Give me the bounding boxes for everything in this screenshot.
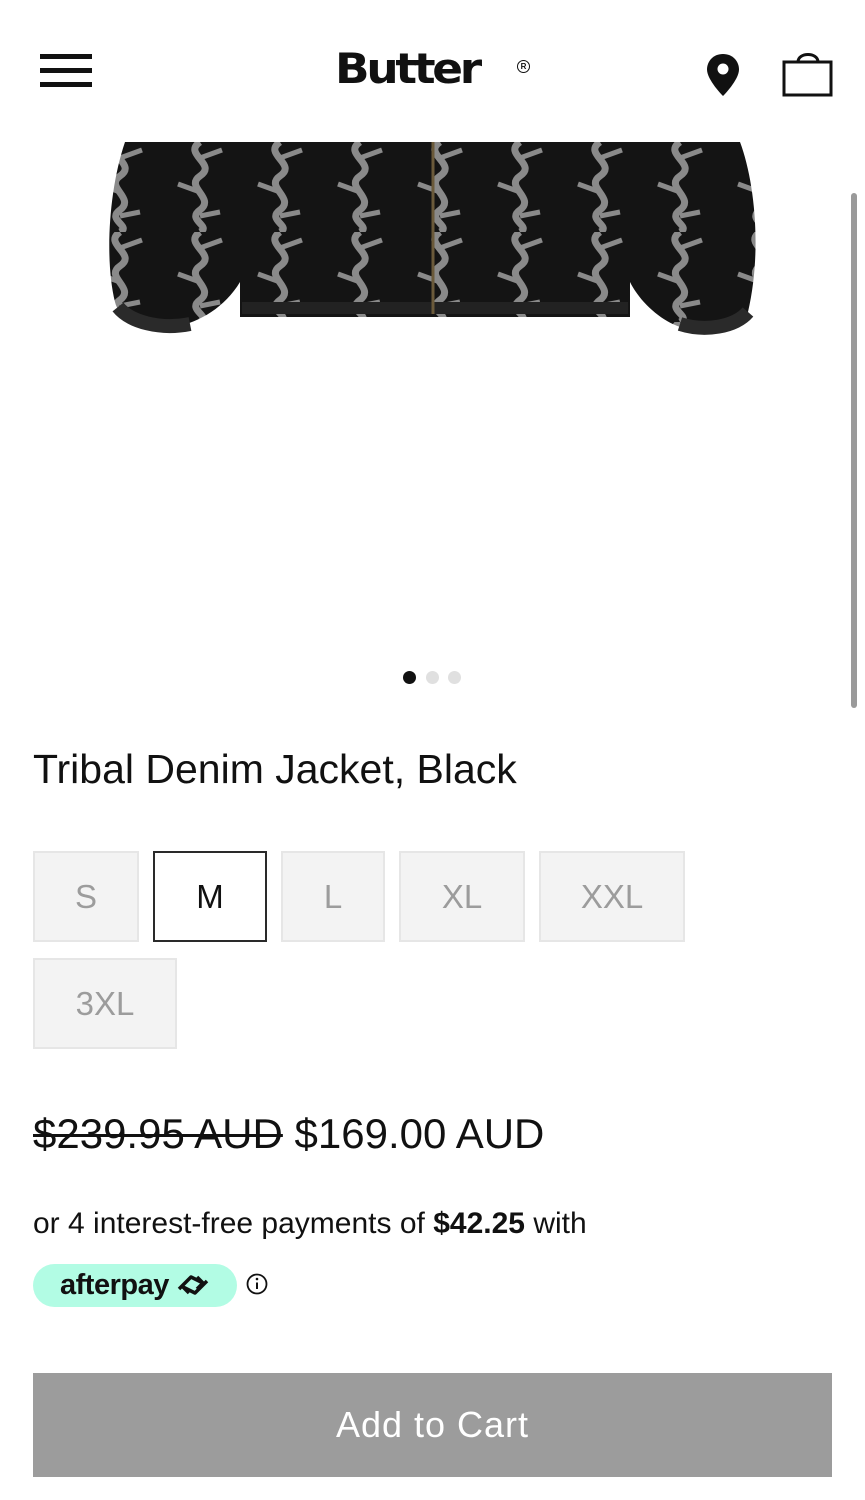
menu-icon-bar	[40, 82, 92, 87]
installment-amount: $42.25	[433, 1207, 525, 1240]
size-option-xl[interactable]: XL	[399, 851, 525, 942]
brand-logo[interactable]: Butter R	[335, 44, 535, 94]
sale-price: $169.00 AUD	[294, 1110, 545, 1157]
product-image-gallery[interactable]	[0, 142, 865, 702]
size-option-3xl[interactable]: 3XL	[33, 958, 177, 1049]
afterpay-logo-text: afterpay	[60, 1269, 169, 1301]
menu-icon	[40, 54, 92, 59]
size-option-m[interactable]: M	[153, 851, 267, 942]
registered-mark-icon: R	[517, 60, 530, 73]
installments-text: or 4 interest-free payments of $42.25 wi…	[33, 1207, 587, 1241]
installments-prefix: or 4 interest-free payments of	[33, 1207, 425, 1240]
original-price: $239.95 AUD	[33, 1110, 283, 1157]
gallery-dot[interactable]	[403, 671, 416, 684]
cart-button[interactable]	[781, 48, 835, 98]
menu-icon-bar	[40, 68, 92, 73]
gallery-dot[interactable]	[448, 671, 461, 684]
info-icon[interactable]	[246, 1273, 268, 1295]
afterpay-arrows-icon	[177, 1275, 209, 1295]
brand-name: Butter	[335, 44, 482, 93]
scrollbar[interactable]	[851, 193, 857, 708]
price: $239.95 AUD $169.00 AUD	[33, 1110, 544, 1158]
shopping-bag-icon	[782, 53, 833, 97]
site-header: Butter R	[0, 0, 865, 142]
location-pin-icon	[707, 54, 739, 96]
store-locator-button[interactable]	[704, 52, 742, 98]
installments-suffix: with	[533, 1207, 587, 1240]
size-option-s[interactable]: S	[33, 851, 139, 942]
product-title: Tribal Denim Jacket, Black	[33, 746, 517, 792]
size-option-l[interactable]: L	[281, 851, 385, 942]
size-option-xxl[interactable]: XXL	[539, 851, 685, 942]
afterpay-badge[interactable]: afterpay	[33, 1264, 237, 1307]
menu-button[interactable]	[40, 54, 92, 90]
add-to-cart-button[interactable]: Add to Cart	[33, 1373, 832, 1477]
product-image	[109, 142, 756, 335]
gallery-dot[interactable]	[426, 671, 439, 684]
